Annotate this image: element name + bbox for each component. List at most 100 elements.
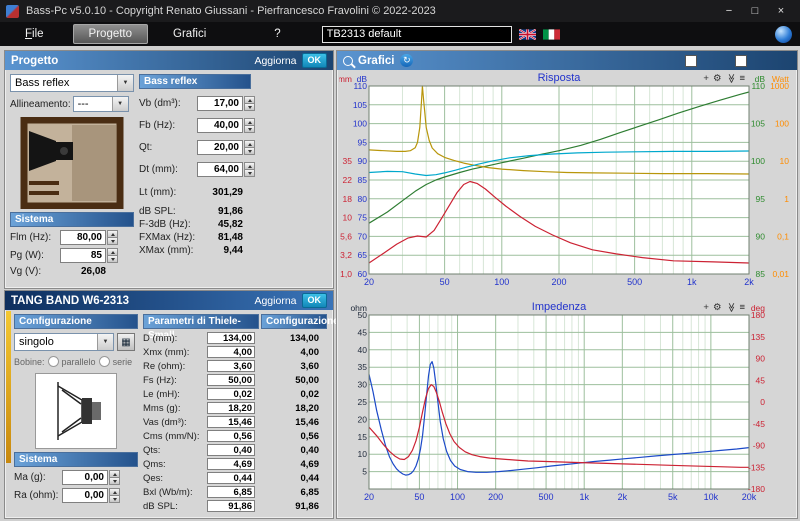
radio-serie[interactable]	[98, 356, 110, 367]
ts-param-input[interactable]: 0,56	[207, 430, 255, 442]
pan-icon[interactable]: +	[703, 302, 709, 313]
ts-param-input[interactable]: 18,20	[207, 402, 255, 414]
field-value: 9,44	[223, 245, 243, 256]
project-name-input[interactable]	[321, 25, 512, 43]
ts-param-input[interactable]: 6,85	[207, 486, 255, 498]
menu-grafici[interactable]: Grafici	[158, 25, 221, 43]
italy-flag-icon[interactable]	[542, 28, 560, 40]
field-value-input[interactable]: 17,00	[197, 96, 243, 111]
risposta-chart-svg: mm352218105,63,21,0dB1101051009590858075…	[339, 72, 790, 287]
accent-stripe	[6, 311, 11, 463]
box-type-combobox[interactable]: Bass reflex ▼	[10, 74, 134, 92]
spinner-down-button[interactable]	[107, 255, 118, 263]
field-label: Qt:	[139, 142, 153, 153]
field-row: Qt: 20,00	[139, 140, 331, 155]
ts-param-input[interactable]: 4,69	[207, 458, 255, 470]
radio-parallelo[interactable]	[47, 356, 59, 367]
configurazione-header: Configurazione	[14, 314, 138, 329]
field-value-input[interactable]: 85	[60, 248, 106, 263]
field-value-input[interactable]: 0,00	[62, 488, 108, 503]
spinner-control[interactable]	[107, 248, 118, 263]
field-value-input[interactable]: 0,00	[62, 470, 108, 485]
app-icon	[6, 4, 19, 18]
ts-param-input[interactable]: 0,40	[207, 444, 255, 456]
spinner-control[interactable]	[109, 488, 120, 503]
ts-param-input[interactable]: 50,00	[207, 374, 255, 386]
chevron-down-icon[interactable]: ▼	[97, 334, 113, 350]
spinner-down-button[interactable]	[244, 103, 255, 111]
chart-toggle-checkbox-2[interactable]	[735, 54, 747, 67]
field-row: FXMax (Hz): 81,48	[139, 232, 331, 243]
ts-param-input[interactable]: 0,02	[207, 388, 255, 400]
svg-text:45: 45	[756, 375, 766, 385]
menu-file[interactable]: File	[10, 25, 59, 43]
spinner-down-button[interactable]	[244, 169, 255, 177]
spinner-control[interactable]	[109, 470, 120, 485]
collapse-icon[interactable]: ≫	[725, 74, 736, 84]
menu-icon[interactable]: ≡	[739, 73, 745, 84]
svg-text:5k: 5k	[668, 492, 678, 502]
aggiorna-ok-button[interactable]: OK	[301, 293, 327, 308]
driver-tool-button[interactable]: ▦	[117, 333, 135, 351]
ts-param-label: dB SPL:	[143, 500, 178, 512]
ts-param-input[interactable]: 134,00	[207, 332, 255, 344]
settings-icon[interactable]: ⚙	[713, 73, 722, 84]
svg-text:0,1: 0,1	[777, 231, 789, 241]
chart-toggle-checkbox-1[interactable]	[685, 54, 697, 67]
spinner-control[interactable]	[244, 118, 255, 133]
spinner-down-button[interactable]	[109, 495, 120, 503]
ts-param-input[interactable]: 91,86	[207, 500, 255, 512]
collapse-icon[interactable]: ≫	[725, 303, 736, 313]
ts-config-value: 0,02	[300, 388, 320, 400]
menu-help[interactable]: ?	[259, 25, 295, 43]
spinner-control[interactable]	[244, 140, 255, 155]
field-value-input[interactable]: 20,00	[197, 140, 243, 155]
svg-text:1: 1	[784, 194, 789, 204]
spinner-down-button[interactable]	[244, 147, 255, 155]
table-row: Qts: 0,40 0,40	[143, 443, 329, 457]
ts-param-label: Qms:	[143, 458, 166, 470]
ts-param-label: Xmx (mm):	[143, 346, 190, 358]
ts-param-label: Bxl (Wb/m):	[143, 486, 193, 498]
close-button[interactable]: ×	[768, 5, 794, 17]
svg-text:mm: mm	[339, 74, 352, 84]
allineamento-combobox[interactable]: --- ▼	[72, 96, 129, 112]
field-value-input[interactable]: 80,00	[60, 230, 106, 245]
spinner-control[interactable]	[244, 96, 255, 111]
chevron-down-icon[interactable]: ▼	[111, 97, 128, 111]
refresh-icon[interactable]: ↻	[400, 54, 414, 67]
ts-param-input[interactable]: 15,46	[207, 416, 255, 428]
svg-text:90: 90	[358, 156, 368, 166]
ts-config-value: 91,86	[295, 500, 319, 512]
aggiorna-ok-button[interactable]: OK	[301, 53, 327, 68]
minimize-button[interactable]: −	[716, 5, 742, 17]
field-value-input[interactable]: 40,00	[197, 118, 243, 133]
field-label: Dt (mm):	[139, 164, 178, 175]
ts-param-input[interactable]: 0,44	[207, 472, 255, 484]
menu-progetto[interactable]: Progetto	[72, 24, 149, 44]
svg-text:1k: 1k	[579, 492, 589, 502]
field-label: Vb (dm³):	[139, 98, 181, 109]
spinner-down-button[interactable]	[244, 125, 255, 133]
risposta-chart: mm 35 22 18 10 5,6 3,2 1,0 dB 110 105 100 95 90 85 80 75…	[339, 72, 793, 300]
field-row: Fb (Hz): 40,00	[139, 118, 331, 133]
ts-param-input[interactable]: 4,00	[207, 346, 255, 358]
maximize-button[interactable]: □	[742, 5, 768, 17]
configurazione-value: singolo	[19, 336, 54, 348]
svg-text:200: 200	[551, 277, 566, 287]
field-value-input[interactable]: 64,00	[197, 162, 243, 177]
pan-icon[interactable]: +	[703, 73, 709, 84]
uk-flag-icon[interactable]	[518, 28, 537, 40]
menu-icon[interactable]: ≡	[739, 302, 745, 313]
chevron-down-icon[interactable]: ▼	[117, 75, 133, 91]
ts-param-input[interactable]: 3,60	[207, 360, 255, 372]
ts-param-label: Cms (mm/N):	[143, 430, 200, 442]
configurazione-combobox[interactable]: singolo ▼	[14, 333, 114, 351]
settings-icon[interactable]: ⚙	[713, 302, 722, 313]
spinner-down-button[interactable]	[109, 477, 120, 485]
svg-text:90: 90	[756, 231, 766, 241]
spinner-down-button[interactable]	[107, 237, 118, 245]
spinner-control[interactable]	[107, 230, 118, 245]
spinner-control[interactable]	[244, 162, 255, 177]
svg-text:0,01: 0,01	[772, 269, 789, 279]
